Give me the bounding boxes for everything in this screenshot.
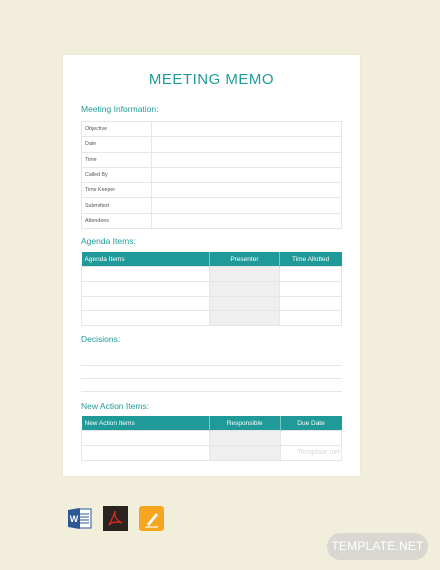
field-value[interactable]	[151, 151, 342, 168]
table-row: Submitted	[81, 197, 342, 214]
table-row	[80, 266, 343, 282]
pages-icon[interactable]	[139, 506, 164, 531]
table-header-row: Agenda Items Presenter Time Allotted	[81, 252, 342, 267]
table-row	[80, 310, 343, 327]
field-value[interactable]	[151, 120, 342, 138]
table-cell[interactable]	[278, 310, 343, 327]
column-header: Due Date	[280, 416, 342, 431]
svg-text:W: W	[70, 514, 79, 524]
table-row: Objective	[81, 120, 342, 138]
table-row: Attendees	[81, 212, 342, 230]
field-label: Submitted	[81, 197, 152, 214]
table-cell[interactable]	[278, 295, 343, 312]
table-cell[interactable]	[80, 280, 211, 297]
field-value[interactable]	[151, 212, 342, 230]
column-header: New Action Items	[81, 416, 210, 431]
writing-line[interactable]	[81, 379, 342, 392]
field-label: Date	[81, 136, 152, 153]
memo-page: MEETING MEMO Meeting Information: Object…	[63, 55, 360, 476]
table-cell[interactable]	[80, 310, 211, 327]
field-value[interactable]	[151, 166, 342, 184]
table-row: Time Keeper	[81, 182, 342, 199]
meeting-info-heading: Meeting Information:	[81, 104, 159, 114]
column-header: Responsible	[209, 416, 281, 431]
table-cell[interactable]	[80, 295, 211, 312]
agenda-table: Agenda Items Presenter Time Allotted	[80, 252, 343, 327]
table-row: Called By	[81, 166, 342, 184]
field-value[interactable]	[151, 182, 342, 199]
table-cell[interactable]	[279, 430, 343, 446]
pdf-icon[interactable]	[103, 506, 128, 531]
watermark: Template.net	[297, 447, 340, 456]
action-items-heading: New Action Items:	[81, 401, 150, 411]
table-cell[interactable]	[209, 310, 280, 327]
table-cell[interactable]	[81, 444, 210, 461]
field-value[interactable]	[151, 197, 342, 214]
table-row	[80, 280, 343, 297]
writing-line[interactable]	[81, 353, 342, 366]
template-net-badge[interactable]: TEMPLATE.NET	[327, 533, 428, 560]
decisions-lines	[81, 353, 342, 392]
table-cell[interactable]	[209, 266, 280, 282]
table-cell[interactable]	[208, 430, 281, 446]
word-icon[interactable]: W	[67, 506, 92, 531]
page-title: MEETING MEMO	[148, 71, 275, 88]
table-row: Time	[81, 151, 342, 168]
table-cell[interactable]	[278, 266, 343, 282]
table-cell[interactable]	[209, 280, 280, 297]
writing-line[interactable]	[81, 366, 342, 379]
field-label: Time Keeper	[81, 182, 152, 199]
column-header: Agenda Items	[81, 252, 211, 267]
table-cell[interactable]	[208, 444, 281, 461]
table-cell[interactable]	[209, 295, 280, 312]
table-row	[80, 295, 343, 312]
column-header: Time Allotted	[279, 252, 342, 267]
table-row: Date	[81, 136, 342, 153]
table-cell[interactable]	[81, 430, 210, 446]
field-label: Time	[81, 151, 152, 168]
table-cell[interactable]	[80, 266, 211, 282]
field-label: Objective	[81, 120, 152, 138]
meeting-info-table: Objective Date Time Called By Time Keepe…	[81, 120, 342, 230]
table-cell[interactable]	[278, 280, 343, 297]
column-header: Presenter	[209, 252, 280, 267]
decisions-heading: Decisions:	[81, 334, 121, 344]
field-value[interactable]	[151, 136, 342, 153]
table-header-row: New Action Items Responsible Due Date	[81, 416, 342, 431]
field-label: Attendees	[81, 212, 152, 230]
agenda-heading: Agenda Items:	[81, 236, 136, 246]
table-row	[81, 430, 343, 446]
field-label: Called By	[81, 166, 152, 184]
